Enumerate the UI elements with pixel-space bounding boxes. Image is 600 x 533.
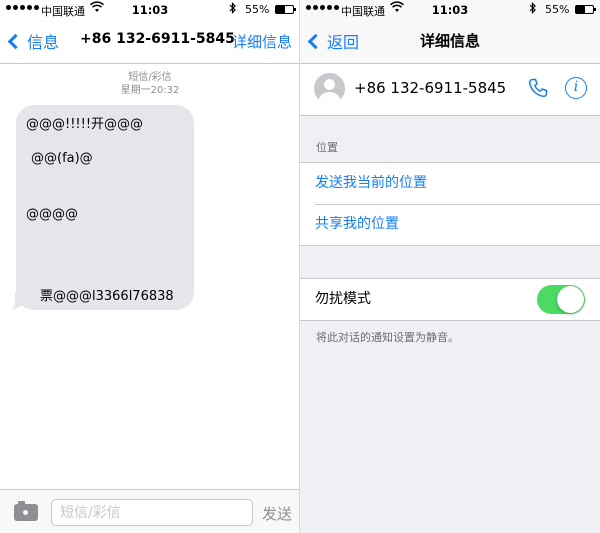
phone-icon[interactable]	[526, 76, 550, 100]
battery-percent: 55%	[245, 3, 270, 16]
conversation-title: +86 132-6911-5845	[80, 31, 235, 47]
back-to-messages-button[interactable]: 信息	[6, 28, 59, 54]
battery-fill	[276, 6, 286, 13]
message-meta: 短信/彩信 星期一20:32	[0, 71, 300, 97]
message-type-label: 短信/彩信	[128, 72, 172, 83]
message-line: @@@!!!!!开@@@	[26, 117, 144, 132]
location-group: 发送我当前的位置 共享我的位置	[300, 162, 600, 246]
share-location-button[interactable]: 共享我的位置	[300, 204, 600, 245]
message-timestamp: 星期一20:32	[120, 85, 180, 96]
details-button[interactable]: 详细信息	[232, 31, 292, 52]
battery-icon	[275, 5, 296, 14]
status-bar: 中国联通 11:03 55%	[300, 0, 600, 20]
send-current-location-button[interactable]: 发送我当前的位置	[300, 163, 600, 204]
bluetooth-icon	[229, 2, 237, 17]
message-line: @@@@	[26, 207, 78, 222]
received-message-bubble[interactable]: @@@!!!!!开@@@ @@(fa)@ @@@@ 票@@@l3366l7683…	[16, 105, 194, 310]
dnd-note: 将此对话的通知设置为静音。	[316, 331, 459, 344]
message-input[interactable]	[51, 499, 253, 526]
message-line: 票@@@l3366l76838	[40, 289, 174, 304]
details-nav-bar: 返回 详细信息	[300, 20, 600, 64]
battery-icon	[575, 5, 596, 14]
message-line: @@(fa)@	[31, 151, 93, 166]
dnd-group: 勿扰模式	[300, 278, 600, 321]
details-screen: 中国联通 11:03 55% 返回 详细信息 +86 132-6911-5845	[300, 0, 600, 533]
screens: 中国联通 11:03 55% 信息 +86 132-6911-5845 详细信息…	[0, 0, 600, 533]
chevron-left-icon	[7, 33, 24, 49]
do-not-disturb-row: 勿扰模式	[300, 279, 600, 320]
status-bar: 中国联通 11:03 55%	[0, 0, 300, 20]
bluetooth-icon	[529, 2, 537, 17]
battery-fill	[576, 6, 586, 13]
conversation-screen: 中国联通 11:03 55% 信息 +86 132-6911-5845 详细信息…	[0, 0, 300, 533]
send-button[interactable]: 发送	[262, 503, 292, 524]
back-label: 信息	[27, 33, 60, 52]
conversation-nav-bar: 信息 +86 132-6911-5845 详细信息	[0, 20, 300, 64]
avatar[interactable]	[314, 73, 345, 104]
message-input-bar: 发送	[0, 489, 300, 533]
camera-icon[interactable]	[14, 501, 38, 521]
details-title: 详细信息	[419, 32, 480, 50]
do-not-disturb-toggle[interactable]	[537, 285, 585, 314]
contact-number: +86 132-6911-5845	[354, 79, 507, 97]
contact-row: +86 132-6911-5845 i	[300, 64, 600, 116]
info-icon[interactable]: i	[565, 77, 587, 99]
do-not-disturb-label: 勿扰模式	[315, 291, 371, 307]
location-section-header: 位置	[316, 141, 338, 154]
battery-percent: 55%	[545, 3, 570, 16]
